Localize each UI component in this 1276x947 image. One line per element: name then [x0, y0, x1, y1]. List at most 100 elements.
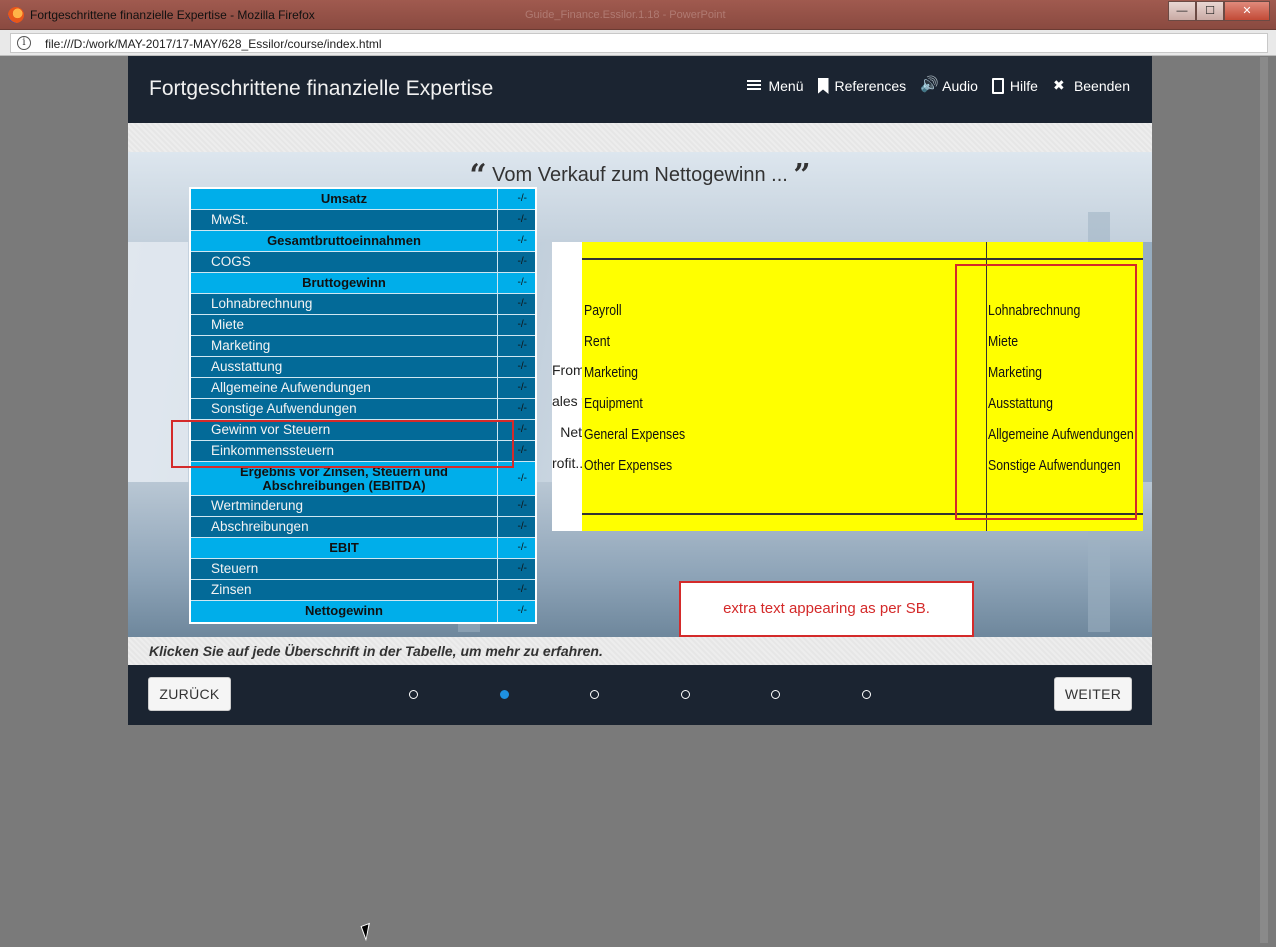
instruction-bar: Klicken Sie auf jede Überschrift in der …	[128, 637, 1152, 665]
page-dot[interactable]	[862, 690, 871, 699]
table-row[interactable]: Abschreibungen -/-	[191, 517, 535, 538]
page-indicator	[128, 665, 1152, 725]
financial-table: Umsatz -/- MwSt. -/- Gesamtbruttoeinnahmen -/…	[189, 187, 537, 624]
next-button[interactable]: WEITER	[1054, 677, 1132, 711]
table-row-label: Miete	[191, 315, 497, 335]
page-dot[interactable]	[500, 690, 509, 699]
page-dot[interactable]	[771, 690, 780, 699]
nav-exit-label: Beenden	[1073, 78, 1130, 94]
page-dot[interactable]	[590, 690, 599, 699]
english-term: Rent	[584, 333, 610, 350]
highlight-box-left	[171, 420, 514, 468]
table-row-label: Wertminderung	[191, 496, 497, 516]
english-term: Other Expenses	[584, 457, 673, 474]
nav-audio[interactable]: Audio	[920, 75, 978, 94]
table-row-label: Gesamtbruttoeinnahmen	[191, 231, 497, 251]
slide-heading-text: Vom Verkauf zum Nettogewinn ...	[492, 164, 788, 186]
table-row-value: -/-	[497, 336, 535, 356]
close-icon	[1052, 77, 1068, 94]
table-row[interactable]: Gesamtbruttoeinnahmen -/-	[191, 231, 535, 252]
scrollbar[interactable]	[1260, 57, 1268, 943]
table-row[interactable]: Nettogewinn -/-	[191, 601, 535, 622]
table-row-value: -/-	[497, 517, 535, 537]
table-row[interactable]: Allgemeine Aufwendungen -/-	[191, 378, 535, 399]
table-row-value: -/-	[497, 273, 535, 293]
table-row-label: Ausstattung	[191, 357, 497, 377]
table-row[interactable]: Miete -/-	[191, 315, 535, 336]
nav-audio-label: Audio	[942, 78, 978, 94]
table-row-label: COGS	[191, 252, 497, 272]
table-row-value: -/-	[497, 315, 535, 335]
course-nav: Menü References Audio Hilfe Beenden	[746, 75, 1130, 94]
url-text: file:///D:/work/MAY-2017/17-MAY/628_Essi…	[45, 37, 382, 51]
table-row-label: Lohnabrechnung	[191, 294, 497, 314]
table-row[interactable]: COGS -/-	[191, 252, 535, 273]
window-controls: — ☐ ✕	[1168, 1, 1270, 21]
nav-references[interactable]: References	[817, 78, 907, 94]
nav-help[interactable]: Hilfe	[991, 78, 1038, 94]
table-row-value: -/-	[497, 252, 535, 272]
url-field[interactable]: i file:///D:/work/MAY-2017/17-MAY/628_Es…	[10, 33, 1268, 53]
table-row[interactable]: Marketing -/-	[191, 336, 535, 357]
english-term: Marketing	[584, 364, 639, 381]
header-strip	[128, 123, 1152, 152]
info-icon[interactable]: i	[17, 36, 31, 50]
close-window-button[interactable]: ✕	[1224, 1, 1270, 21]
table-row[interactable]: EBIT -/-	[191, 538, 535, 559]
table-row[interactable]: Steuern -/-	[191, 559, 535, 580]
slide-rule-top	[582, 258, 1143, 260]
back-button[interactable]: ZURÜCK	[148, 677, 231, 711]
page-dot[interactable]	[409, 690, 418, 699]
minimize-button[interactable]: —	[1168, 1, 1196, 21]
nav-menu-label: Menü	[768, 78, 804, 94]
table-row-label: Sonstige Aufwendungen	[191, 399, 497, 419]
table-row-label: Zinsen	[191, 580, 497, 600]
table-row-value: -/-	[497, 538, 535, 558]
nav-exit[interactable]: Beenden	[1052, 77, 1130, 94]
table-row-label: EBIT	[191, 538, 497, 558]
table-row-value: -/-	[497, 496, 535, 516]
table-row-label: Marketing	[191, 336, 497, 356]
table-row-value: -/-	[497, 357, 535, 377]
help-icon	[991, 78, 1004, 94]
course-title: Fortgeschrittene finanzielle Expertise	[149, 77, 494, 100]
table-row-label: Bruttogewinn	[191, 273, 497, 293]
table-row[interactable]: Zinsen -/-	[191, 580, 535, 601]
table-row-value: -/-	[497, 189, 535, 209]
table-row[interactable]: MwSt. -/-	[191, 210, 535, 231]
annotation-note: extra text appearing as per SB.	[679, 581, 974, 637]
bookmark-icon	[817, 78, 829, 94]
table-row[interactable]: Bruttogewinn -/-	[191, 273, 535, 294]
window-titlebar: Fortgeschrittene finanzielle Expertise -…	[0, 0, 1276, 30]
background-window-title: Guide_Finance.Essilor.1.18 - PowerPoint	[525, 9, 726, 21]
table-row[interactable]: Lohnabrechnung -/-	[191, 294, 535, 315]
english-term: Equipment	[584, 395, 643, 412]
course-header: Fortgeschrittene finanzielle Expertise M…	[128, 56, 1152, 123]
maximize-button[interactable]: ☐	[1196, 1, 1224, 21]
slide-side-column	[552, 242, 582, 531]
table-row-label: Steuern	[191, 559, 497, 579]
table-row-value: -/-	[497, 399, 535, 419]
english-term: Payroll	[584, 302, 622, 319]
table-row-value: -/-	[497, 601, 535, 622]
table-row-value: -/-	[497, 559, 535, 579]
side-label: From	[552, 362, 582, 378]
nav-menu[interactable]: Menü	[746, 78, 804, 94]
table-row-label: MwSt.	[191, 210, 497, 230]
nav-references-label: References	[834, 78, 907, 94]
table-row[interactable]: Sonstige Aufwendungen -/-	[191, 399, 535, 420]
page-dot[interactable]	[681, 690, 690, 699]
table-row-value: -/-	[497, 378, 535, 398]
firefox-icon	[8, 7, 24, 23]
slide-stage: “ Vom Verkauf zum Nettogewinn ... ” Umsa…	[128, 152, 1152, 637]
table-row-label: Nettogewinn	[191, 601, 497, 622]
table-row[interactable]: Umsatz -/-	[191, 189, 535, 210]
table-row[interactable]: Ausstattung -/-	[191, 357, 535, 378]
course-footer: ZURÜCK WEITER	[128, 665, 1152, 725]
course-player: Fortgeschrittene finanzielle Expertise M…	[128, 56, 1152, 725]
instruction-text: Klicken Sie auf jede Überschrift in der …	[149, 643, 603, 659]
table-row[interactable]: Wertminderung -/-	[191, 496, 535, 517]
nav-help-label: Hilfe	[1009, 78, 1038, 94]
quote-close: ”	[793, 158, 811, 193]
side-label: ales to	[552, 393, 582, 409]
